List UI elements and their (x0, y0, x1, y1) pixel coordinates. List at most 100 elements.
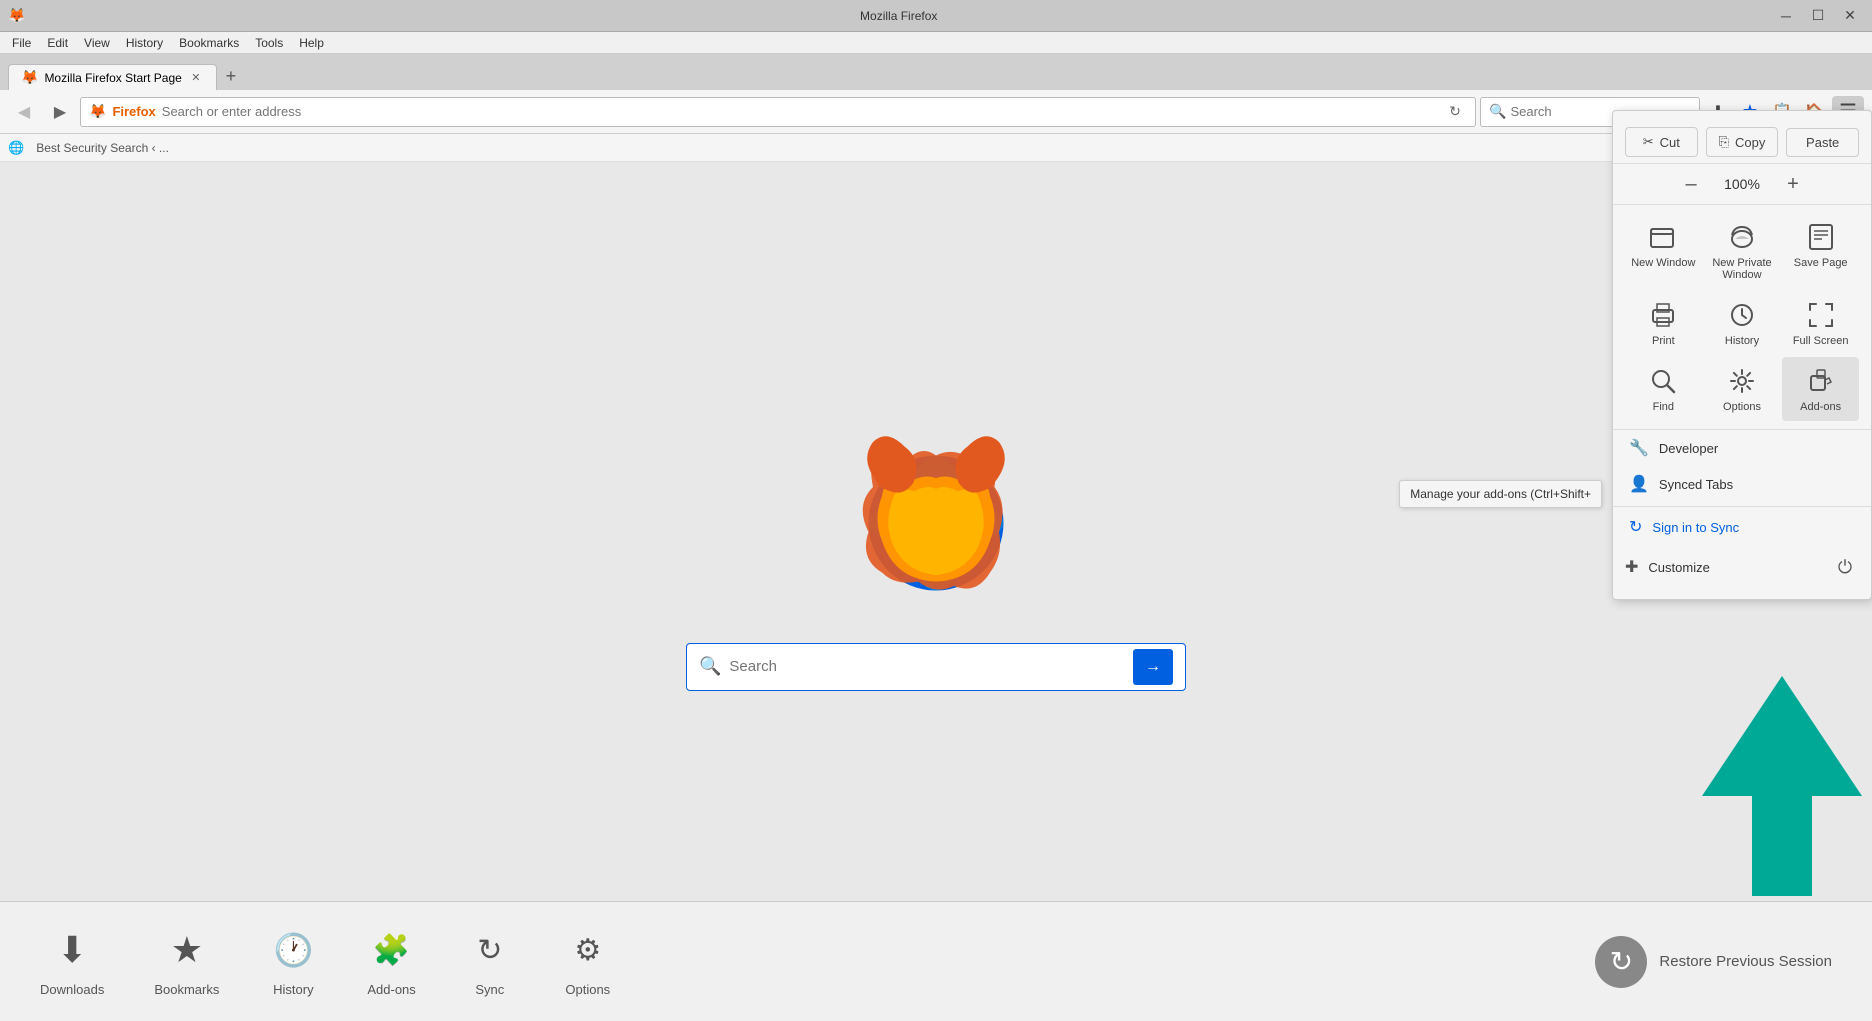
bookmarks-label: Bookmarks (154, 982, 219, 997)
dock-addons[interactable]: 🧩 Add-ons (367, 926, 415, 997)
addons-menu-icon (1805, 365, 1837, 397)
menu-panel-bottom: ✚ Customize ⏻ (1613, 545, 1871, 589)
menu-tools[interactable]: Tools (247, 34, 291, 52)
customize-icon: ✚ (1625, 557, 1638, 577)
dock-icons: ⬇ Downloads ★ Bookmarks 🕐 History 🧩 Add-… (40, 926, 612, 997)
window-title: Mozilla Firefox (860, 9, 937, 23)
restore-session-button[interactable]: ↻ Restore Previous Session (1595, 936, 1832, 988)
search-icon: 🔍 (1489, 103, 1506, 120)
print-label: Print (1652, 335, 1675, 347)
arrow-annotation (1702, 676, 1862, 901)
title-bar-left: 🦊 (8, 7, 25, 24)
bookmark-label: Best Security Search ‹ ... (36, 141, 169, 155)
firefox-label: Firefox (112, 104, 155, 119)
synced-tabs-row[interactable]: 👤 Synced Tabs (1613, 466, 1871, 502)
new-tab-button[interactable]: + (217, 64, 245, 88)
find-icon (1647, 365, 1679, 397)
copy-button[interactable]: ⎘ Copy (1706, 127, 1779, 157)
address-bar-container: 🦊 Firefox ↻ (80, 97, 1476, 127)
firefox-logo (846, 433, 1026, 613)
new-window-icon (1647, 221, 1679, 253)
globe-icon: 🌐 (8, 140, 24, 156)
menu-panel: ✂ Cut ⎘ Copy Paste – 100% + New Window N… (1612, 110, 1872, 600)
customize-row[interactable]: ✚ Customize (1625, 551, 1831, 583)
title-bar-controls: ─ ☐ ✕ (1772, 6, 1864, 26)
menu-find[interactable]: Find (1625, 357, 1702, 421)
addons-menu-label: Add-ons (1800, 401, 1841, 413)
dock-history[interactable]: 🕐 History (269, 926, 317, 997)
homepage-search-input[interactable] (729, 658, 1125, 675)
bookmarks-bar: 🌐 Best Security Search ‹ ... (0, 134, 1872, 162)
homepage-search-icon: 🔍 (699, 656, 721, 677)
dock-sync[interactable]: ↻ Sync (466, 926, 514, 997)
back-button[interactable]: ◀ (8, 96, 40, 128)
synced-tabs-label: Synced Tabs (1659, 477, 1733, 492)
dock-options[interactable]: ⚙ Options (564, 926, 612, 997)
tab-close-button[interactable]: ✕ (188, 70, 204, 86)
options-menu-icon (1726, 365, 1758, 397)
tooltip-text: Manage your add-ons (Ctrl+Shift+ (1410, 487, 1591, 501)
downloads-icon: ⬇ (48, 926, 96, 974)
active-tab[interactable]: 🦊 Mozilla Firefox Start Page ✕ (8, 64, 217, 90)
menu-fullscreen[interactable]: Full Screen (1782, 291, 1859, 355)
save-page-label: Save Page (1794, 257, 1848, 269)
private-window-icon (1726, 221, 1758, 253)
bookmark-item-security[interactable]: Best Security Search ‹ ... (28, 139, 177, 157)
dock-downloads[interactable]: ⬇ Downloads (40, 926, 104, 997)
zoom-out-button[interactable]: – (1677, 170, 1705, 198)
maximize-button[interactable]: ☐ (1804, 6, 1832, 26)
menu-history[interactable]: History (118, 34, 171, 52)
menu-history[interactable]: History (1704, 291, 1781, 355)
nav-bar: ◀ ▶ 🦊 Firefox ↻ 🔍 ⬇ ★ 📋 🏠 ☰ (0, 90, 1872, 134)
paste-button[interactable]: Paste (1786, 128, 1859, 157)
addons-icon: 🧩 (368, 926, 416, 974)
options-icon: ⚙ (564, 926, 612, 974)
close-button[interactable]: ✕ (1836, 6, 1864, 26)
menu-file[interactable]: File (4, 34, 39, 52)
menu-edit[interactable]: Edit (39, 34, 76, 52)
cut-icon: ✂ (1643, 134, 1654, 150)
menu-grid: New Window New Private Window Save Page … (1613, 205, 1871, 430)
menu-bookmarks[interactable]: Bookmarks (171, 34, 247, 52)
developer-icon: 🔧 (1629, 438, 1649, 458)
homepage-search-bar: 🔍 → (686, 643, 1186, 691)
menu-addons[interactable]: Add-ons (1782, 357, 1859, 421)
fullscreen-icon (1805, 299, 1837, 331)
minimize-button[interactable]: ─ (1772, 6, 1800, 26)
addon-tooltip: Manage your add-ons (Ctrl+Shift+ (1399, 480, 1602, 508)
homepage-search-button[interactable]: → (1133, 649, 1173, 685)
menu-bar: File Edit View History Bookmarks Tools H… (0, 32, 1872, 54)
address-input[interactable] (162, 104, 1437, 119)
restore-icon: ↻ (1595, 936, 1647, 988)
copy-icon: ⎘ (1719, 134, 1729, 150)
power-button[interactable]: ⏻ (1831, 553, 1859, 581)
addons-label: Add-ons (367, 982, 415, 997)
developer-row[interactable]: 🔧 Developer (1613, 430, 1871, 466)
sign-in-row[interactable]: ↻ Sign in to Sync (1613, 506, 1871, 545)
forward-button[interactable]: ▶ (44, 96, 76, 128)
find-label: Find (1653, 401, 1674, 413)
cut-button[interactable]: ✂ Cut (1625, 127, 1698, 157)
zoom-in-button[interactable]: + (1779, 170, 1807, 198)
main-content: 🔍 → ⬇ Downloads ★ Bookmarks 🕐 History 🧩 … (0, 162, 1872, 1021)
menu-help[interactable]: Help (291, 34, 332, 52)
history-menu-icon (1726, 299, 1758, 331)
paste-label: Paste (1806, 135, 1839, 150)
menu-new-window[interactable]: New Window (1625, 213, 1702, 289)
menu-options[interactable]: Options (1704, 357, 1781, 421)
dock-bookmarks[interactable]: ★ Bookmarks (154, 926, 219, 997)
menu-view[interactable]: View (76, 34, 118, 52)
menu-print[interactable]: Print (1625, 291, 1702, 355)
sync-label: Sync (475, 982, 504, 997)
zoom-value: 100% (1717, 176, 1767, 192)
bookmarks-icon: ★ (163, 926, 211, 974)
tab-title: Mozilla Firefox Start Page (44, 71, 181, 85)
menu-save-page[interactable]: Save Page (1782, 213, 1859, 289)
developer-label: Developer (1659, 441, 1718, 456)
menu-private-window[interactable]: New Private Window (1704, 213, 1781, 289)
reload-button[interactable]: ↻ (1443, 100, 1467, 124)
private-window-label: New Private Window (1708, 257, 1777, 281)
tab-favicon: 🦊 (21, 69, 38, 86)
cut-label: Cut (1660, 135, 1680, 150)
customize-label: Customize (1648, 560, 1709, 575)
